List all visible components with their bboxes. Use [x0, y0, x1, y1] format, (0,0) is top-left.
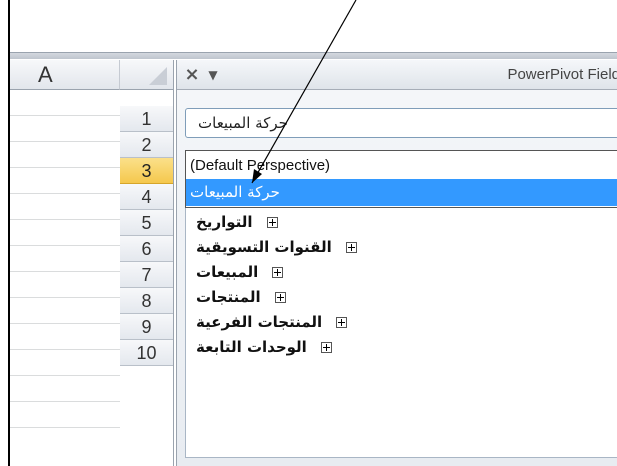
column-header-a[interactable]: A: [10, 60, 120, 90]
grid-line: [10, 193, 120, 194]
row-header-4[interactable]: 4: [120, 184, 173, 210]
grid-line: [10, 245, 120, 246]
tree-item-products[interactable]: المنتجات: [196, 285, 286, 309]
grid-line: [10, 349, 120, 350]
formula-bar-border: [10, 52, 617, 59]
expand-plus-icon[interactable]: [320, 341, 332, 353]
panel-title-bar[interactable]: × ▼ PowerPivot Field: [177, 60, 617, 90]
grid-line: [10, 375, 120, 376]
expand-plus-icon[interactable]: [345, 241, 357, 253]
tree-item-subproducts[interactable]: المنتجات الفرعية: [196, 310, 348, 334]
close-icon[interactable]: ×: [183, 65, 201, 85]
dropdown-menu-icon[interactable]: ▼: [205, 65, 221, 85]
option-sales-movement[interactable]: حركة المبيعات: [186, 179, 617, 206]
row-header-2[interactable]: 2: [120, 132, 173, 158]
expand-plus-icon[interactable]: [274, 291, 286, 303]
panel-body: حركة المبيعات (Default Perspective) حركة…: [177, 90, 617, 466]
table-name: المبيعات: [196, 263, 259, 281]
powerpivot-field-list-panel: × ▼ PowerPivot Field حركة المبيعات (Defa…: [176, 60, 617, 466]
expand-plus-icon[interactable]: [336, 316, 348, 328]
row-header-7[interactable]: 7: [120, 262, 173, 288]
row-header-5[interactable]: 5: [120, 210, 173, 236]
table-name: الوحدات التابعة: [196, 338, 307, 356]
grid-line: [10, 323, 120, 324]
panel-title: PowerPivot Field: [507, 66, 617, 83]
table-name: التواريخ: [196, 213, 253, 231]
grid-line: [10, 427, 120, 428]
tree-item-sales[interactable]: المبيعات: [196, 260, 284, 284]
perspective-combobox[interactable]: حركة المبيعات: [185, 108, 617, 138]
row-header-8[interactable]: 8: [120, 288, 173, 314]
field-list-tree: التواريخ القنوات التسويقية المبيعات المن…: [185, 208, 617, 458]
perspective-value: حركة المبيعات: [198, 114, 288, 132]
row-header-3-active[interactable]: 3: [120, 158, 173, 184]
grid-line: [10, 141, 120, 142]
row-header-1[interactable]: 1: [120, 106, 173, 132]
grid-line: [10, 167, 120, 168]
grid-line: [10, 297, 120, 298]
corner-triangle-icon: [149, 67, 167, 85]
option-default-perspective[interactable]: (Default Perspective): [186, 152, 617, 179]
expand-plus-icon[interactable]: [266, 216, 278, 228]
grid-line: [10, 115, 120, 116]
column-a-cells[interactable]: [10, 90, 120, 466]
row-header-9[interactable]: 9: [120, 314, 173, 340]
row-headers: 1 2 3 4 5 6 7 8 9 10: [120, 90, 174, 466]
select-all-corner[interactable]: [120, 60, 174, 90]
row-header-6[interactable]: 6: [120, 236, 173, 262]
table-name: القنوات التسويقية: [196, 238, 332, 256]
row-header-10[interactable]: 10: [120, 340, 173, 366]
grid-line: [10, 219, 120, 220]
tree-item-dates[interactable]: التواريخ: [196, 210, 278, 234]
formula-bar-area[interactable]: [10, 0, 617, 52]
grid-line: [10, 271, 120, 272]
table-name: المنتجات الفرعية: [196, 313, 323, 331]
perspective-dropdown-list[interactable]: (Default Perspective) حركة المبيعات: [185, 150, 617, 208]
tree-item-subsidiary-units[interactable]: الوحدات التابعة: [196, 335, 332, 359]
excel-window: A 1 2 3 4 5 6 7 8 9 10 × ▼ PowerPivot Fi…: [8, 0, 617, 466]
grid-line: [10, 401, 120, 402]
table-name: المنتجات: [196, 288, 261, 306]
tree-item-marketing-channels[interactable]: القنوات التسويقية: [196, 235, 357, 259]
expand-plus-icon[interactable]: [272, 266, 284, 278]
